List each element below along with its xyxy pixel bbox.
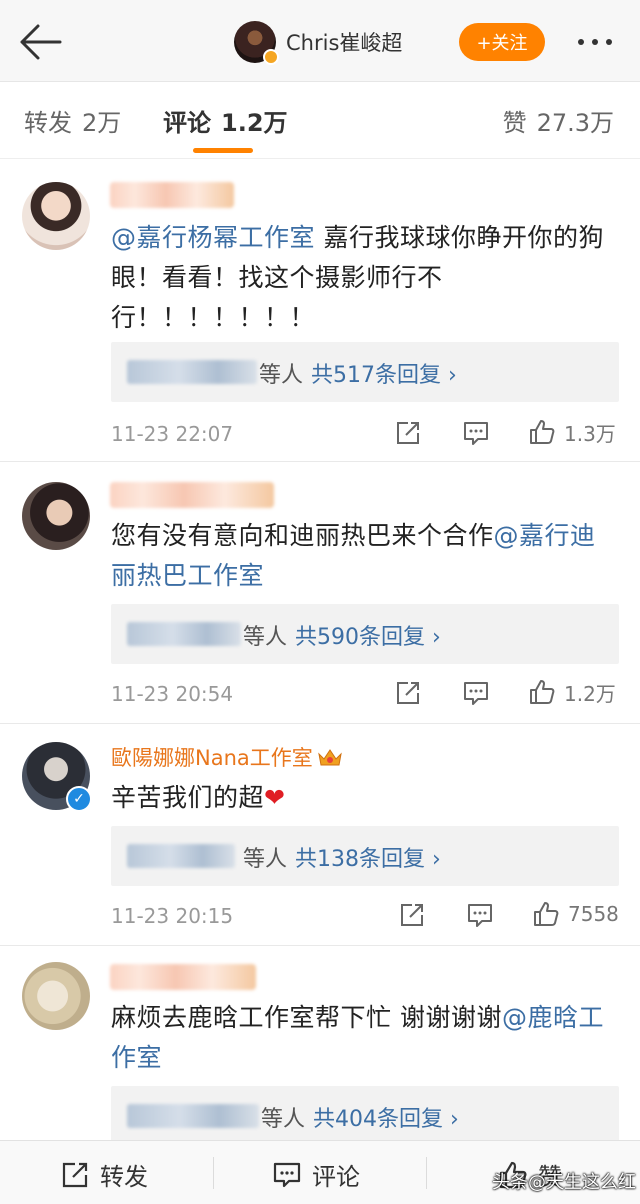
comment-label: 评论 <box>312 1163 360 1191</box>
reply-names-blurred <box>127 844 235 868</box>
comment-body: 您有没有意向和迪丽热巴来个合作 <box>111 521 494 550</box>
reply-summary[interactable]: 等人 共590条回复 › <box>111 604 619 664</box>
comment-button[interactable] <box>466 901 494 929</box>
comment-body: 辛苦我们的超 <box>111 783 265 812</box>
share-icon <box>397 422 419 444</box>
like-button[interactable]: 7558 <box>532 900 619 928</box>
tab-likes-count: 27.3万 <box>536 109 614 137</box>
tab-reposts-label: 转发 <box>24 109 72 137</box>
share-icon <box>397 682 419 704</box>
back-button[interactable] <box>16 22 64 62</box>
comment-icon <box>468 904 492 927</box>
reply-suffix: 等人 <box>243 847 288 872</box>
share-button[interactable] <box>398 901 426 929</box>
share-icon <box>62 1162 88 1187</box>
divider <box>426 1157 427 1189</box>
author-profile[interactable]: Chris崔峻超 <box>234 20 402 65</box>
reply-suffix: 等人 <box>261 1107 306 1132</box>
reply-summary-text: 等人 共517条回复 › <box>259 357 457 389</box>
commenter-avatar[interactable] <box>22 962 90 1030</box>
like-count: 7558 <box>568 902 619 926</box>
repost-label: 转发 <box>100 1163 148 1191</box>
mention-link[interactable]: @嘉行杨幂工作室 <box>111 223 315 252</box>
comment-item: 麻烦去鹿晗工作室帮下忙 谢谢谢谢@鹿晗工作室 等人 共404条回复 › <box>0 946 640 1146</box>
reply-count-link[interactable]: 共590条回复 › <box>295 625 441 650</box>
comment-item: @嘉行杨幂工作室 嘉行我球球你睁开你的狗眼！看看！找这个摄影师行不行！！！！！！… <box>0 160 640 462</box>
comment-text: 您有没有意向和迪丽热巴来个合作@嘉行迪丽热巴工作室 <box>111 516 621 596</box>
tab-reposts[interactable]: 转发 2万 <box>24 103 121 138</box>
reply-summary-text: 等人 共404条回复 › <box>261 1101 459 1133</box>
verified-icon: ✓ <box>66 786 92 812</box>
tab-bar: 转发 2万 评论 1.2万 赞 27.3万 <box>0 83 640 159</box>
reply-count-link[interactable]: 共517条回复 › <box>311 363 457 388</box>
weibo-comments-page: Chris崔峻超 +关注 转发 2万 评论 1.2万 赞 27.3万 @嘉行杨幂工作室… <box>0 0 640 1204</box>
comment-text: @嘉行杨幂工作室 嘉行我球球你睁开你的狗眼！看看！找这个摄影师行不行！！！！！！… <box>111 218 621 338</box>
like-count: 1.2万 <box>564 681 616 706</box>
watermark: 头条@天生这么红 <box>492 1172 636 1193</box>
commenter-avatar[interactable] <box>22 182 90 250</box>
commenter-name[interactable]: 歐陽娜娜Nana工作室 <box>111 742 343 772</box>
more-icon[interactable] <box>578 30 628 54</box>
comment-action-button[interactable]: 评论 <box>272 1157 360 1192</box>
like-icon <box>534 902 559 926</box>
like-icon <box>530 420 555 444</box>
verified-icon <box>263 49 279 65</box>
comment-body: 麻烦去鹿晗工作室帮下忙 谢谢谢谢 <box>111 1003 502 1032</box>
back-arrow-icon <box>20 24 62 60</box>
commenter-name-blurred[interactable] <box>110 182 234 208</box>
comment-button[interactable] <box>462 419 490 447</box>
heart-icon: ❤ <box>264 783 286 812</box>
tab-likes[interactable]: 赞 27.3万 <box>503 103 614 138</box>
author-avatar[interactable] <box>234 21 279 65</box>
repost-button[interactable]: 转发 <box>60 1157 148 1192</box>
comment-time: 11-23 20:54 <box>111 682 234 706</box>
reply-count-link[interactable]: 共404条回复 › <box>313 1107 459 1132</box>
share-button[interactable] <box>394 419 422 447</box>
reply-summary[interactable]: 等人 共138条回复 › <box>111 826 619 886</box>
comment-icon <box>273 1162 301 1187</box>
like-button[interactable]: 1.3万 <box>528 418 616 446</box>
comment-button[interactable] <box>462 679 490 707</box>
commenter-name-text: 歐陽娜娜Nana工作室 <box>111 746 313 770</box>
reply-suffix: 等人 <box>243 625 288 650</box>
comment-icon <box>464 682 488 705</box>
reply-names-blurred <box>127 360 257 384</box>
follow-button[interactable]: +关注 <box>459 23 545 61</box>
active-tab-indicator <box>193 148 253 153</box>
reply-summary[interactable]: 等人 共517条回复 › <box>111 342 619 402</box>
like-count: 1.3万 <box>564 421 616 446</box>
tab-comments[interactable]: 评论 1.2万 <box>163 103 288 138</box>
reply-summary-text: 等人 共590条回复 › <box>243 619 441 651</box>
share-icon <box>401 904 423 926</box>
comment-item: 您有没有意向和迪丽热巴来个合作@嘉行迪丽热巴工作室 等人 共590条回复 › 11… <box>0 462 640 724</box>
reply-summary-text: 等人 共138条回复 › <box>243 841 441 873</box>
reply-summary[interactable]: 等人 共404条回复 › <box>111 1086 619 1146</box>
reply-names-blurred <box>127 1104 259 1128</box>
commenter-name-blurred[interactable] <box>110 482 274 508</box>
comment-text: 辛苦我们的超❤ <box>111 778 621 818</box>
comment-time: 11-23 22:07 <box>111 422 234 446</box>
tab-comments-label: 评论 <box>163 109 211 137</box>
author-name[interactable]: Chris崔峻超 <box>286 27 402 57</box>
divider <box>213 1157 214 1189</box>
commenter-name-blurred[interactable] <box>110 964 256 990</box>
reply-names-blurred <box>127 622 241 646</box>
reply-suffix: 等人 <box>259 363 304 388</box>
comment-item: ✓ 歐陽娜娜Nana工作室 辛苦我们的超❤ 等人 共138条回复 › 11-23 … <box>0 724 640 946</box>
top-navigation-bar: Chris崔峻超 +关注 <box>0 0 640 82</box>
share-button[interactable] <box>394 679 422 707</box>
comment-text: 麻烦去鹿晗工作室帮下忙 谢谢谢谢@鹿晗工作室 <box>111 998 621 1078</box>
crown-icon <box>317 749 342 766</box>
commenter-avatar[interactable] <box>22 482 90 550</box>
comment-icon <box>464 422 488 445</box>
tab-likes-label: 赞 <box>502 109 527 137</box>
like-button[interactable]: 1.2万 <box>528 678 616 706</box>
like-icon <box>530 680 555 704</box>
tab-comments-count: 1.2万 <box>221 109 288 137</box>
comment-time: 11-23 20:15 <box>111 904 234 928</box>
tab-reposts-count: 2万 <box>82 109 122 137</box>
reply-count-link[interactable]: 共138条回复 › <box>295 847 441 872</box>
